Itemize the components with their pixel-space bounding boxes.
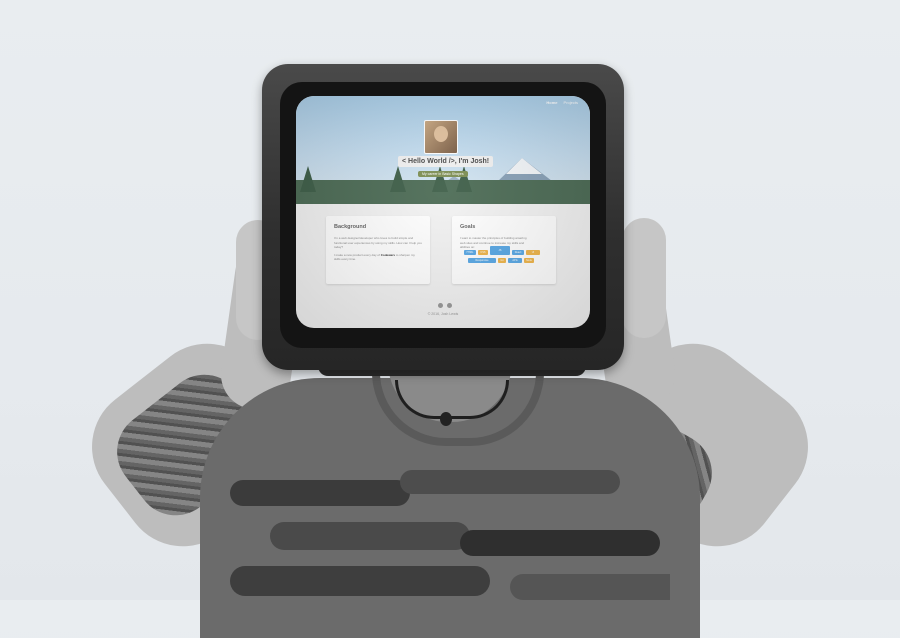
tree-icon	[456, 166, 472, 192]
hero-title: < Hello World />, I'm Josh!	[398, 156, 494, 167]
skill-chip: Responsive	[468, 258, 496, 263]
github-icon[interactable]	[447, 303, 452, 308]
card-title: Background	[334, 224, 367, 230]
necklace-pendant	[440, 412, 452, 426]
footer-social-icons	[438, 303, 452, 308]
codewars-link[interactable]: Codewars	[381, 253, 395, 257]
top-nav: Home Projects	[546, 100, 578, 105]
footer-copyright: © 2016, Josh Lewis	[427, 312, 459, 316]
skill-chip: CSS	[478, 250, 488, 255]
circle-icon[interactable]	[438, 303, 443, 308]
photo-scene: Home Projects < Hello World />, I'm Josh…	[0, 0, 900, 638]
skill-chip: React	[512, 250, 524, 255]
skill-chip: HTML	[464, 250, 476, 255]
card-paragraph: I'm a web designer/developer who loves t…	[334, 236, 422, 250]
skill-chip: Node	[524, 258, 534, 263]
tree-icon	[432, 166, 448, 192]
avatar	[424, 120, 458, 154]
skill-chip: Git	[498, 258, 506, 263]
card-text: I'm a web designer/developer who loves t…	[334, 236, 422, 262]
card-paragraph: I make a new product every day of Codewa…	[334, 253, 422, 262]
skill-chip: APIs	[508, 258, 522, 263]
mountain-snow-icon	[506, 158, 542, 174]
card-paragraph-part: I make a new product every day of	[334, 252, 381, 257]
camo-pattern	[230, 470, 670, 600]
career-button[interactable]: My career in Basic Shapes	[418, 171, 468, 177]
tv-screen-website: Home Projects < Hello World />, I'm Josh…	[296, 96, 590, 328]
tree-icon	[300, 166, 316, 192]
goals-card: Goals I want to master the principles of…	[452, 216, 556, 284]
skill-chip: JS	[490, 246, 510, 255]
tree-icon	[390, 166, 406, 192]
card-title: Goals	[460, 224, 476, 230]
nav-home-link[interactable]: Home	[546, 100, 557, 105]
right-hand	[622, 218, 666, 338]
hero-banner: Home Projects < Hello World />, I'm Josh…	[296, 96, 590, 204]
background-card: Background I'm a web designer/developer …	[326, 216, 430, 284]
nav-projects-link[interactable]: Projects	[564, 100, 578, 105]
skill-chip: UI	[526, 250, 540, 255]
